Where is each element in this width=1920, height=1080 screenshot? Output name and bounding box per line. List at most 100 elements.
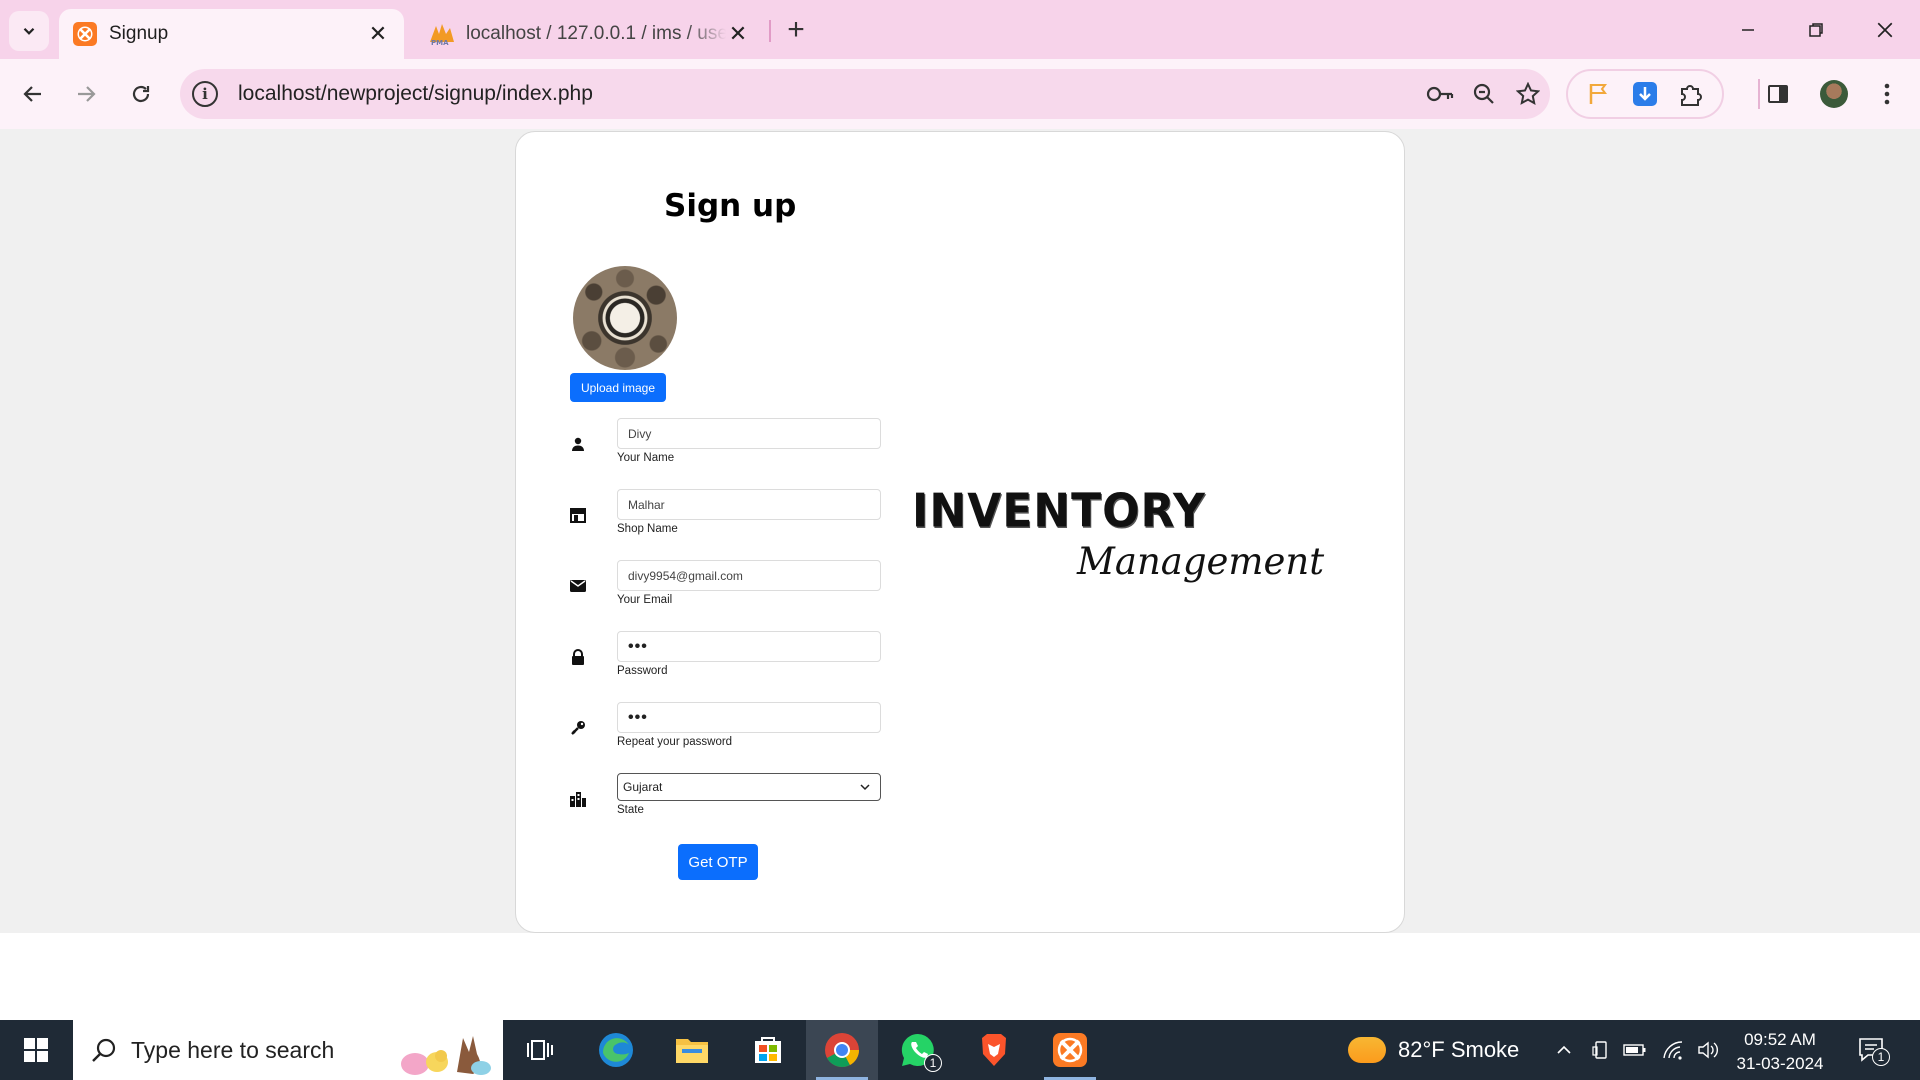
email-field: divy9954@gmail.com Your Email: [568, 560, 881, 612]
device-tray-button[interactable]: [1589, 1038, 1613, 1062]
folder-icon: [676, 1039, 708, 1063]
get-otp-button[interactable]: Get OTP: [678, 844, 758, 880]
envelope-icon: [568, 576, 588, 596]
clock-date: 31-03-2024: [1736, 1054, 1824, 1073]
page-bottom-area: [0, 933, 1920, 1020]
upload-image-button[interactable]: Upload image: [570, 373, 666, 402]
start-button[interactable]: [0, 1020, 72, 1080]
task-view-button[interactable]: [504, 1020, 576, 1080]
volume-button[interactable]: [1697, 1038, 1721, 1062]
close-icon[interactable]: ✕: [366, 21, 390, 46]
tab-search-button[interactable]: [9, 11, 49, 51]
zoom-icon[interactable]: [1462, 74, 1506, 114]
xampp-app[interactable]: [1034, 1020, 1106, 1080]
bookmark-star-icon[interactable]: [1506, 74, 1550, 114]
puzzle-icon[interactable]: [1678, 81, 1704, 107]
brand-management: Management: [1077, 540, 1325, 583]
clock[interactable]: 09:52 AM 31-03-2024: [1730, 1028, 1830, 1076]
weather-widget[interactable]: 82°F Smoke: [1348, 1020, 1519, 1080]
brave-icon: [982, 1034, 1006, 1066]
weather-haze-icon: [1348, 1037, 1386, 1063]
extension-flag-icon[interactable]: [1586, 81, 1612, 107]
close-icon[interactable]: ✕: [726, 21, 750, 46]
tab-phpmyadmin[interactable]: PMA localhost / 127.0.0.1 / ims / users …: [414, 9, 764, 59]
xampp-icon: [1053, 1033, 1087, 1067]
extensions-group: [1566, 69, 1724, 119]
password-input[interactable]: •••: [617, 631, 881, 662]
windows-taskbar: Type here to search 1 82°F Smoke 09:52 A…: [0, 1020, 1920, 1080]
device-icon: [1592, 1041, 1607, 1059]
password-key-icon[interactable]: [1418, 74, 1462, 114]
lock-icon: [568, 647, 588, 667]
tab-title: Signup: [109, 23, 169, 44]
edge-app[interactable]: [580, 1020, 652, 1080]
file-explorer-app[interactable]: [656, 1020, 728, 1080]
name-input[interactable]: Divy: [617, 418, 881, 449]
download-extension-icon[interactable]: [1631, 80, 1659, 108]
repeat-password-field: ••• Repeat your password: [568, 702, 881, 754]
repeat-password-input[interactable]: •••: [617, 702, 881, 733]
state-select[interactable]: Gujarat: [617, 773, 881, 801]
chevron-up-icon: [1557, 1045, 1571, 1054]
weather-text: 82°F Smoke: [1398, 1037, 1520, 1062]
forward-button[interactable]: [66, 74, 106, 114]
brave-app[interactable]: [958, 1020, 1030, 1080]
notification-badge: 1: [1872, 1048, 1890, 1066]
browser-tab-bar: Signup ✕ PMA localhost / 127.0.0.1 / ims…: [0, 0, 1920, 59]
shop-name-label: Shop Name: [617, 523, 678, 535]
shop-icon: [568, 505, 588, 525]
url-text[interactable]: localhost/newproject/signup/index.php: [238, 82, 1418, 106]
new-tab-button[interactable]: +: [780, 13, 812, 46]
notifications-button[interactable]: 1: [1856, 1034, 1890, 1066]
restore-button[interactable]: [1791, 10, 1841, 50]
battery-icon: [1623, 1044, 1646, 1056]
edge-icon: [599, 1033, 633, 1067]
taskbar-search[interactable]: Type here to search: [73, 1020, 503, 1080]
battery-button[interactable]: [1623, 1038, 1647, 1062]
minimize-icon: [1742, 29, 1754, 31]
search-placeholder: Type here to search: [131, 1036, 335, 1063]
clock-time: 09:52 AM: [1744, 1030, 1816, 1049]
address-bar[interactable]: i localhost/newproject/signup/index.php: [180, 69, 1550, 119]
store-app[interactable]: [732, 1020, 804, 1080]
repeat-password-label: Repeat your password: [617, 736, 733, 748]
state-selected-value: Gujarat: [623, 780, 663, 794]
password-field: ••• Password: [568, 631, 881, 683]
close-icon: [1877, 22, 1893, 38]
close-window-button[interactable]: [1860, 10, 1910, 50]
state-label: State: [617, 804, 644, 816]
store-icon: [755, 1037, 781, 1063]
minimize-button[interactable]: [1723, 10, 1773, 50]
network-button[interactable]: [1661, 1038, 1685, 1062]
menu-button[interactable]: [1867, 74, 1907, 114]
tab-title: localhost / 127.0.0.1 / ims / users: [466, 23, 726, 44]
whatsapp-app[interactable]: 1: [882, 1020, 954, 1080]
easter-eggs-icon: [401, 1036, 491, 1075]
xampp-icon: [73, 22, 97, 46]
tab-signup[interactable]: Signup ✕: [59, 9, 404, 59]
reload-icon: [132, 85, 150, 103]
browser-toolbar: i localhost/newproject/signup/index.php: [0, 59, 1920, 129]
side-panel-button[interactable]: [1758, 74, 1798, 114]
page-viewport: Sign up Upload image Divy Your Name Malh…: [0, 129, 1920, 1020]
info-icon[interactable]: i: [192, 81, 218, 107]
chrome-app[interactable]: [806, 1020, 878, 1080]
chevron-down-icon: [23, 27, 35, 35]
user-icon: [568, 434, 588, 454]
profile-button[interactable]: [1814, 74, 1854, 114]
avatar: [1820, 80, 1848, 108]
windows-logo-icon: [24, 1038, 48, 1062]
profile-image: [573, 266, 677, 370]
tray-overflow-button[interactable]: [1552, 1038, 1576, 1062]
reload-button[interactable]: [121, 74, 161, 114]
page-title: Sign up: [664, 188, 797, 224]
email-input[interactable]: divy9954@gmail.com: [617, 560, 881, 591]
arrow-left-icon: [23, 86, 41, 102]
key-icon: [568, 718, 588, 738]
shop-name-input[interactable]: Malhar: [617, 489, 881, 520]
task-view-icon: [527, 1040, 553, 1060]
back-button[interactable]: [13, 74, 53, 114]
search-icon: [92, 1038, 116, 1062]
password-label: Password: [617, 665, 668, 677]
brand-inventory: INVENTORY: [912, 484, 1206, 539]
